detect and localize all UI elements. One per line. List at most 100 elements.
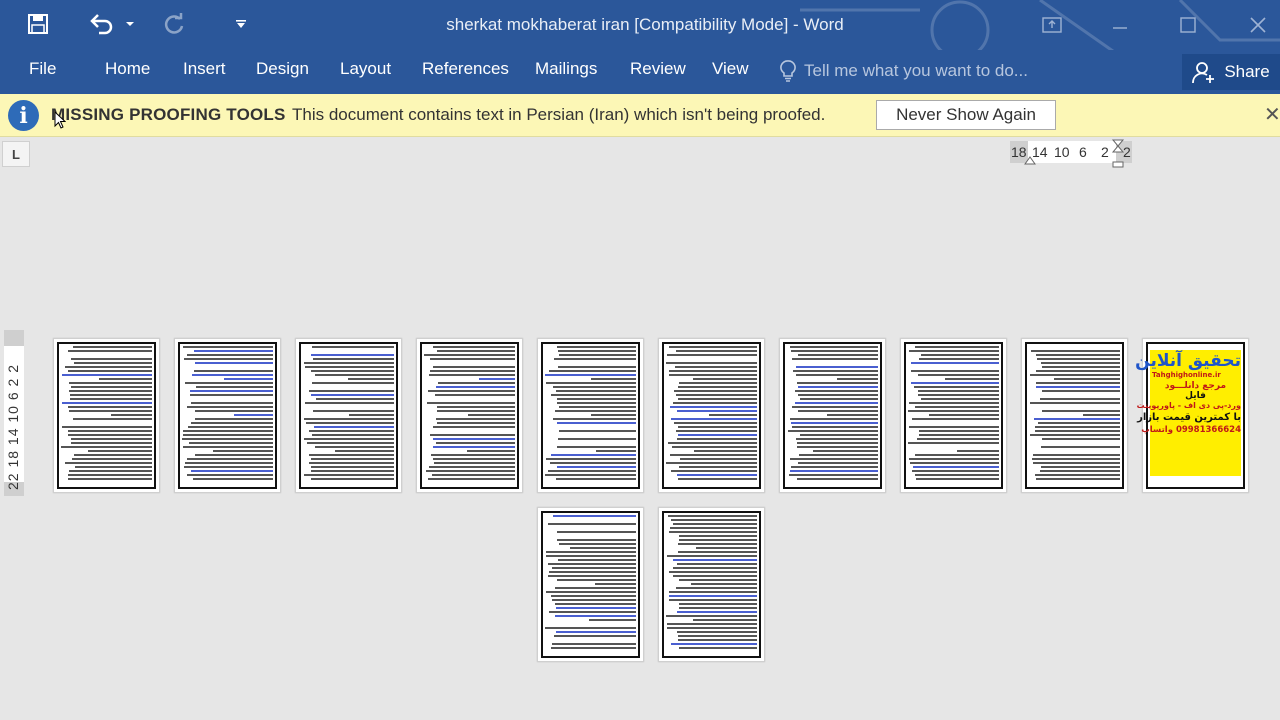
text-line [908,402,999,404]
text-line [311,434,394,436]
vertical-ruler-ticks: 22 18 14 10 6 2 2 [5,364,21,490]
text-line [437,406,515,408]
page-thumbnail[interactable] [174,338,281,493]
text-line [68,406,152,408]
tab-insert[interactable]: Insert [183,59,226,79]
text-line [1030,402,1120,404]
text-line [193,478,273,480]
text-line [1037,422,1120,424]
minimize-button[interactable] [1086,0,1154,50]
text-line [183,434,273,436]
text-line [551,599,636,601]
ad-title: تحقیق آنلاین [1135,351,1241,371]
ad-banner: تحقیق آنلاین Tahghighonline.ir مرجع دانل… [1135,350,1241,476]
tell-me-search[interactable]: Tell me what you want to do... [780,58,1028,84]
page-thumbnail[interactable] [779,338,886,493]
text-line [70,442,152,444]
text-line [182,438,273,440]
text-line [548,575,636,577]
ribbon-display-icon [1042,17,1062,33]
text-line [667,623,757,625]
text-line [184,462,273,464]
text-line [71,438,152,440]
text-line [74,466,152,468]
text-line [789,346,878,348]
tab-view[interactable]: View [712,59,749,79]
text-line [65,366,152,368]
text-line [551,567,636,569]
close-button[interactable] [1224,0,1280,50]
text-line [184,382,273,384]
text-line [311,458,394,460]
tab-file[interactable]: File [29,59,56,79]
tab-review[interactable]: Review [630,59,686,79]
text-line [193,370,273,372]
text-line [304,474,394,476]
text-line [908,410,999,412]
share-button[interactable]: Share [1182,54,1280,90]
tab-selector[interactable]: L [2,141,30,167]
text-line [431,474,515,476]
message-text: This document contains text in Persian (… [292,105,826,124]
text-line [557,579,636,581]
text-line [666,354,757,356]
never-show-again-button[interactable]: Never Show Again [876,100,1056,130]
page-text-block [908,346,999,485]
text-line [68,434,152,436]
tab-mailings[interactable]: Mailings [535,59,597,79]
text-line [797,394,878,396]
text-line [908,350,999,352]
page-thumbnail[interactable] [900,338,1007,493]
text-line [69,398,152,400]
text-line [796,366,878,368]
page-thumbnail[interactable] [658,507,765,662]
close-message-bar-icon[interactable]: ✕ [1264,102,1280,127]
text-line [305,402,394,404]
text-line [547,523,636,525]
text-line [437,382,515,384]
page-thumbnail[interactable] [658,338,765,493]
text-line [678,635,757,637]
ad-page-thumbnail[interactable]: تحقیق آنلاین Tahghighonline.ir مرجع دانل… [1135,338,1249,493]
text-line [789,418,878,420]
restore-button[interactable] [1154,0,1222,50]
text-line [551,595,636,597]
text-line [308,430,394,432]
text-line [669,591,757,593]
vertical-ruler[interactable]: 22 18 14 10 6 2 2 [4,330,24,496]
page-thumbnail[interactable] [537,338,644,493]
tab-layout[interactable]: Layout [340,59,391,79]
tab-design[interactable]: Design [256,59,309,79]
ribbon-display-options-button[interactable] [1018,0,1086,50]
text-line [549,370,636,372]
text-line [1041,446,1120,448]
text-line [676,587,757,589]
page-thumbnail[interactable] [537,507,644,662]
text-line [309,390,394,392]
text-line [790,470,878,472]
page-thumbnail[interactable] [295,338,402,493]
text-line [908,442,999,444]
tab-references[interactable]: References [422,59,509,79]
text-line [677,563,757,565]
text-line [1033,418,1120,420]
page-thumbnail[interactable] [1021,338,1128,493]
text-line [918,394,999,396]
tab-home[interactable]: Home [105,59,150,79]
text-line [826,414,878,416]
page-thumbnail[interactable] [416,338,523,493]
text-line [670,527,757,529]
horizontal-ruler[interactable]: 18 14 10 6 2 2 [1010,139,1132,168]
text-line [921,354,999,356]
text-line [910,462,999,464]
text-line [1040,362,1120,364]
text-line [919,358,999,360]
text-line [791,406,878,408]
text-line [789,474,878,476]
text-line [1032,462,1120,464]
text-line [557,346,636,348]
page-thumbnail[interactable] [53,338,160,493]
text-line [677,398,757,400]
text-line [915,478,999,480]
text-line [69,410,152,412]
